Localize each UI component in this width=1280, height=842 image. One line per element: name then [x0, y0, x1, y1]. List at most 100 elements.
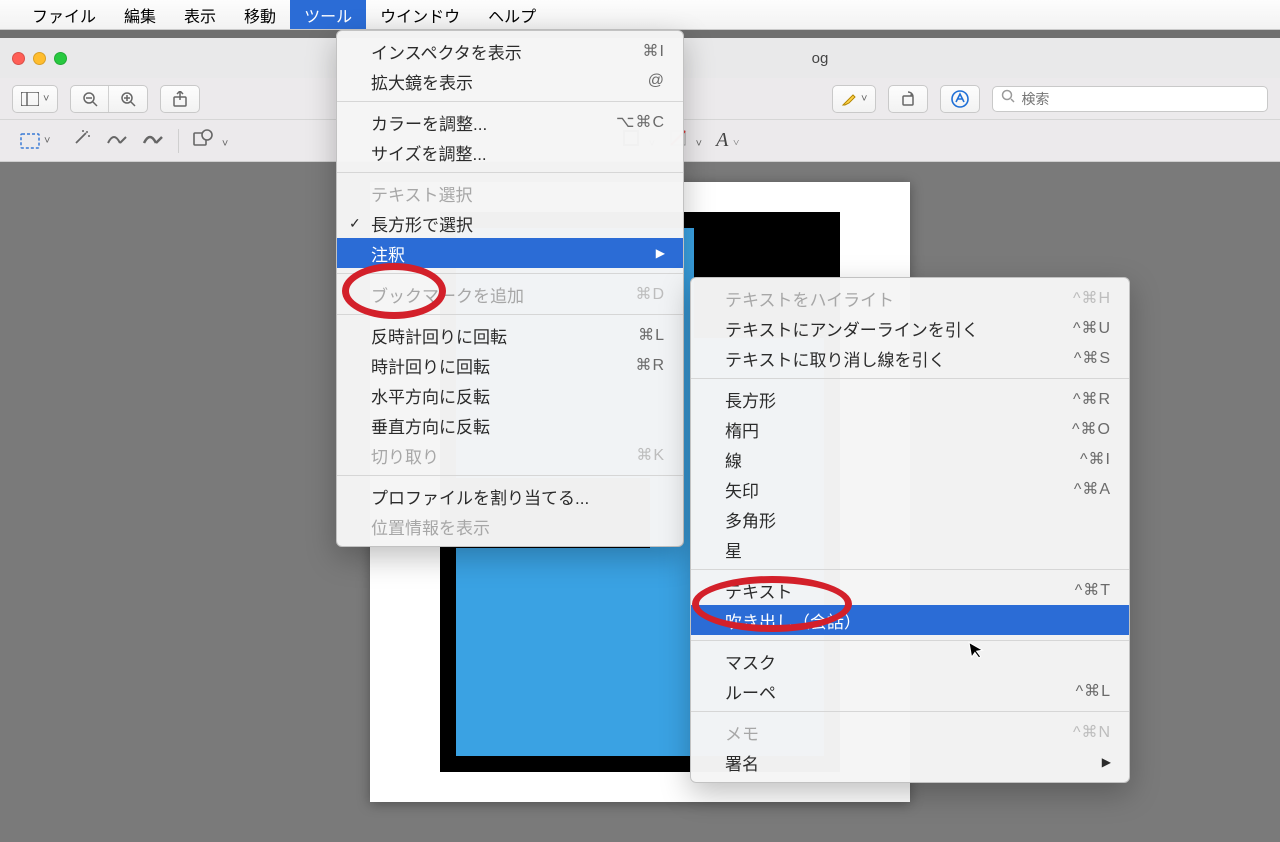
- menubar-item-6[interactable]: ヘルプ: [474, 0, 550, 29]
- annotate-menu-separator: [691, 640, 1129, 641]
- annotate-menu-shortcut: ^⌘S: [1034, 348, 1111, 368]
- annotate-menu-item-9[interactable]: 星: [691, 534, 1129, 564]
- menubar-item-2[interactable]: 表示: [170, 0, 230, 29]
- annotate-menu-shortcut: ^⌘T: [1035, 580, 1111, 600]
- annotate-menu-item-label: 楕円: [725, 417, 759, 442]
- shapes-button[interactable]: [193, 129, 228, 152]
- rotate-button[interactable]: [888, 85, 928, 113]
- annotate-submenu[interactable]: テキストをハイライト^⌘Hテキストにアンダーラインを引く^⌘Uテキストに取り消し…: [690, 277, 1130, 783]
- annotate-menu-item-label: メモ: [725, 720, 759, 745]
- annotate-menu-item-2[interactable]: テキストに取り消し線を引く^⌘S: [691, 343, 1129, 373]
- annotate-menu-item-6[interactable]: 線^⌘I: [691, 444, 1129, 474]
- tools-menu[interactable]: インスペクタを表示⌘I拡大鏡を表示@ カラーを調整... ⌥⌘C サイズを調整... テ…: [336, 30, 684, 547]
- tools-menu-item-14[interactable]: 水平方向に反転: [337, 380, 683, 410]
- highlighter-button[interactable]: [832, 85, 876, 113]
- rotate-icon: [900, 91, 916, 107]
- tools-menu-item-label: テキスト選択: [371, 181, 473, 206]
- tools-menu-separator: [337, 273, 683, 274]
- annotate-menu-item-label: テキストをハイライト: [725, 286, 894, 311]
- tools-menu-item-4[interactable]: サイズを調整...: [337, 137, 683, 167]
- annotate-menu-item-14[interactable]: マスク: [691, 646, 1129, 676]
- menubar-item-4[interactable]: ツール: [290, 0, 366, 29]
- annotate-menu-shortcut: ^⌘N: [1033, 722, 1111, 742]
- tools-menu-item-label: 水平方向に反転: [371, 383, 490, 408]
- zoom-out-icon: [82, 91, 98, 107]
- tools-menu-item-12[interactable]: 反時計回りに回転⌘L: [337, 320, 683, 350]
- draw-icon: [142, 129, 164, 147]
- markup-toggle-button[interactable]: [940, 85, 980, 113]
- annotate-menu-item-15[interactable]: ルーペ^⌘L: [691, 676, 1129, 706]
- sidebar-toggle-button[interactable]: [12, 85, 58, 113]
- annotate-menu-item-8[interactable]: 多角形: [691, 504, 1129, 534]
- annotate-menu-item-18[interactable]: 署名▶: [691, 747, 1129, 777]
- tools-menu-item-10: ブックマークを追加⌘D: [337, 279, 683, 309]
- annotate-menu-shortcut: ^⌘U: [1033, 318, 1111, 338]
- draw-button[interactable]: [142, 129, 164, 152]
- tools-menu-item-7[interactable]: 長方形で選択: [337, 208, 683, 238]
- sidebar-icon: [21, 92, 39, 106]
- tools-menu-item-label: 時計回りに回転: [371, 353, 490, 378]
- search-icon: [1001, 89, 1015, 108]
- zoom-in-button[interactable]: [109, 86, 147, 112]
- annotate-menu-item-7[interactable]: 矢印^⌘A: [691, 474, 1129, 504]
- tools-menu-item-3[interactable]: カラーを調整... ⌥⌘C: [337, 107, 683, 137]
- menubar-item-5[interactable]: ウインドウ: [366, 0, 474, 29]
- tools-menu-item-label: インスペクタを表示: [371, 39, 522, 64]
- menubar-item-1[interactable]: 編集: [110, 0, 170, 29]
- tools-menu-item-1[interactable]: 拡大鏡を表示@: [337, 66, 683, 96]
- tools-menu-item-label: 長方形で選択: [371, 211, 473, 236]
- tools-menu-item-0[interactable]: インスペクタを表示⌘I: [337, 36, 683, 66]
- annotate-menu-item-0: テキストをハイライト^⌘H: [691, 283, 1129, 313]
- markup-icon: [951, 90, 969, 108]
- annotate-menu-item-label: 線: [725, 447, 742, 472]
- annotate-menu-item-label: 長方形: [725, 387, 776, 412]
- selection-tool-button[interactable]: [12, 127, 58, 155]
- search-field[interactable]: [992, 86, 1268, 112]
- text-style-button[interactable]: A: [716, 129, 740, 152]
- tools-menu-shortcut: ⌥⌘C: [576, 112, 665, 132]
- tools-menu-separator: [337, 475, 683, 476]
- annotate-menu-item-11[interactable]: テキスト^⌘T: [691, 575, 1129, 605]
- annotate-menu-item-4[interactable]: 長方形^⌘R: [691, 384, 1129, 414]
- annotate-menu-shortcut: ^⌘A: [1034, 479, 1111, 499]
- annotate-menu-item-label: 星: [725, 537, 742, 562]
- search-input[interactable]: [1021, 91, 1259, 107]
- tools-menu-item-19: 位置情報を表示: [337, 511, 683, 541]
- annotate-menu-shortcut: ^⌘O: [1032, 419, 1111, 439]
- system-menubar[interactable]: ファイル編集表示移動ツールウインドウヘルプ: [0, 0, 1280, 30]
- tools-menu-item-18[interactable]: プロファイルを割り当てる...: [337, 481, 683, 511]
- tools-menu-item-8[interactable]: 注釈 ▶: [337, 238, 683, 268]
- tools-menu-shortcut: ⌘L: [598, 325, 665, 345]
- annotate-menu-item-12[interactable]: 吹き出し（会話）: [691, 605, 1129, 635]
- zoom-window-button[interactable]: [54, 52, 67, 65]
- window-controls[interactable]: [12, 52, 67, 65]
- tools-menu-item-15[interactable]: 垂直方向に反転: [337, 410, 683, 440]
- tools-menu-separator: [337, 314, 683, 315]
- zoom-group: [70, 85, 148, 113]
- zoom-in-icon: [120, 91, 136, 107]
- window-title: og: [812, 50, 829, 67]
- tools-menu-item-6: テキスト選択: [337, 178, 683, 208]
- annotate-menu-separator: [691, 378, 1129, 379]
- annotate-menu-item-5[interactable]: 楕円 ^⌘O: [691, 414, 1129, 444]
- submenu-arrow-icon: ▶: [616, 246, 665, 260]
- tools-menu-item-label: 位置情報を表示: [371, 514, 490, 539]
- tools-menu-separator: [337, 101, 683, 102]
- tools-menu-item-label: ブックマークを追加: [371, 282, 524, 307]
- tools-menu-item-16: 切り取り⌘K: [337, 440, 683, 470]
- annotate-menu-item-1[interactable]: テキストにアンダーラインを引く^⌘U: [691, 313, 1129, 343]
- tools-menu-item-label: 注釈: [371, 241, 405, 266]
- wand-button[interactable]: [72, 129, 92, 152]
- tools-menu-item-label: プロファイルを割り当てる...: [371, 484, 589, 509]
- menubar-item-0[interactable]: ファイル: [18, 0, 110, 29]
- tools-menu-shortcut: ⌘K: [596, 445, 665, 465]
- tools-menu-item-label: カラーを調整...: [371, 110, 487, 135]
- minimize-window-button[interactable]: [33, 52, 46, 65]
- tools-menu-item-13[interactable]: 時計回りに回転⌘R: [337, 350, 683, 380]
- menubar-item-3[interactable]: 移動: [230, 0, 290, 29]
- close-window-button[interactable]: [12, 52, 25, 65]
- zoom-out-button[interactable]: [71, 86, 109, 112]
- sketch-button[interactable]: [106, 129, 128, 152]
- annotate-menu-item-label: マスク: [725, 649, 776, 674]
- share-button[interactable]: [160, 85, 200, 113]
